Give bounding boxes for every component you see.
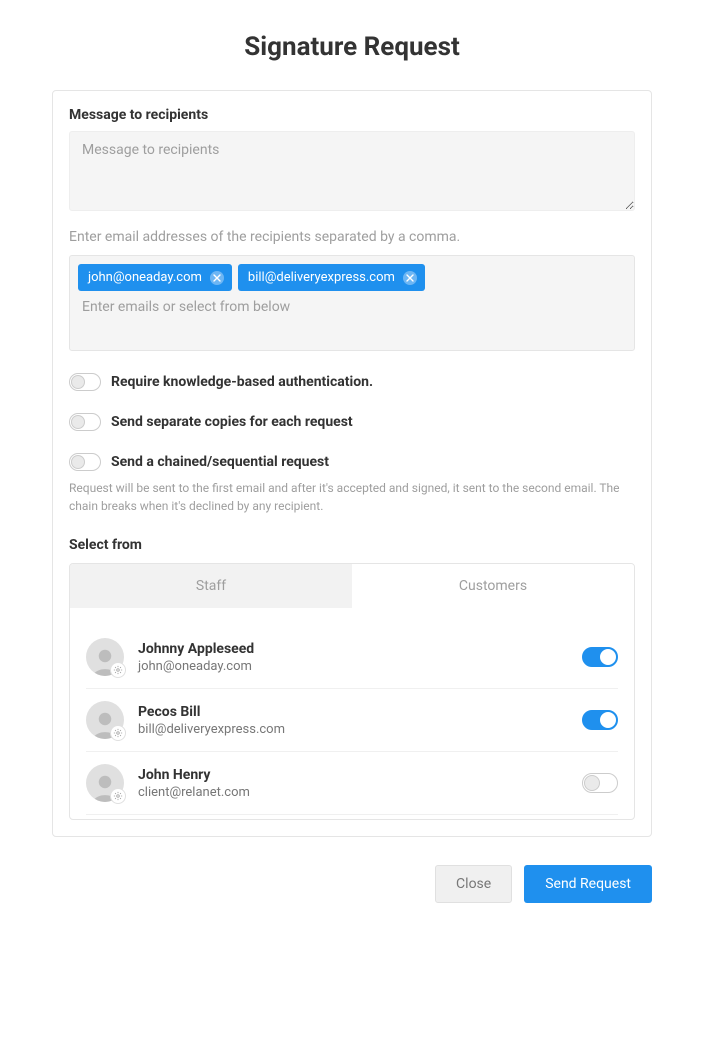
page-title: Signature Request: [52, 32, 652, 62]
recipient-chip: john@oneaday.com: [78, 264, 232, 291]
toggle-knob-icon: [71, 415, 85, 429]
footer-actions: Close Send Request: [52, 865, 652, 903]
contact-select-toggle[interactable]: [582, 647, 618, 667]
contact-name: Johnny Appleseed: [138, 641, 568, 657]
gear-icon: [110, 662, 126, 678]
separate-copies-toggle[interactable]: [69, 413, 101, 431]
contact-email: bill@deliveryexpress.com: [138, 722, 568, 737]
remove-chip-icon[interactable]: [210, 271, 224, 285]
chained-toggle[interactable]: [69, 453, 101, 471]
toggle-knob-icon: [71, 375, 85, 389]
toggle-knob-icon: [600, 712, 616, 728]
message-textarea[interactable]: [69, 131, 635, 211]
contact-name: John Henry: [138, 767, 568, 783]
avatar: [86, 638, 124, 676]
tab-staff[interactable]: Staff: [70, 564, 352, 608]
recipients-help: Enter email addresses of the recipients …: [69, 229, 635, 245]
send-request-button[interactable]: Send Request: [524, 865, 652, 903]
toggle-knob-icon: [600, 649, 616, 665]
contact-row: John Henry client@relanet.com: [86, 752, 618, 815]
contact-email: john@oneaday.com: [138, 659, 568, 674]
contact-row: Pecos Bill bill@deliveryexpress.com: [86, 689, 618, 752]
recipient-chip: bill@deliveryexpress.com: [238, 264, 425, 291]
toggle-knob-icon: [584, 775, 600, 791]
kba-label: Require knowledge-based authentication.: [111, 374, 373, 390]
tab-customers[interactable]: Customers: [352, 564, 634, 608]
contact-select-toggle[interactable]: [582, 773, 618, 793]
contact-list: Johnny Appleseed john@oneaday.com: [70, 608, 634, 819]
remove-chip-icon[interactable]: [403, 271, 417, 285]
toggle-knob-icon: [71, 455, 85, 469]
chained-label: Send a chained/sequential request: [111, 454, 329, 470]
avatar: [86, 764, 124, 802]
contact-email: client@relanet.com: [138, 785, 568, 800]
kba-toggle[interactable]: [69, 373, 101, 391]
close-button[interactable]: Close: [435, 865, 512, 903]
contact-row: Johnny Appleseed john@oneaday.com: [86, 626, 618, 689]
separate-copies-label: Send separate copies for each request: [111, 414, 353, 430]
recipient-chip-label: bill@deliveryexpress.com: [248, 270, 395, 285]
recipients-email-input[interactable]: [78, 291, 626, 319]
contact-select-toggle[interactable]: [582, 710, 618, 730]
select-from-card: Staff Customers Johnny Appleseed: [69, 563, 635, 820]
contact-name: Pecos Bill: [138, 704, 568, 720]
message-label: Message to recipients: [69, 107, 635, 123]
gear-icon: [110, 725, 126, 741]
avatar: [86, 701, 124, 739]
chained-help-text: Request will be sent to the first email …: [69, 479, 635, 515]
signature-request-card: Message to recipients Enter email addres…: [52, 90, 652, 837]
recipient-chip-label: john@oneaday.com: [88, 270, 202, 285]
recipients-input-box[interactable]: john@oneaday.com bill@deliveryexpress.co…: [69, 255, 635, 351]
select-from-label: Select from: [69, 537, 635, 553]
gear-icon: [110, 788, 126, 804]
